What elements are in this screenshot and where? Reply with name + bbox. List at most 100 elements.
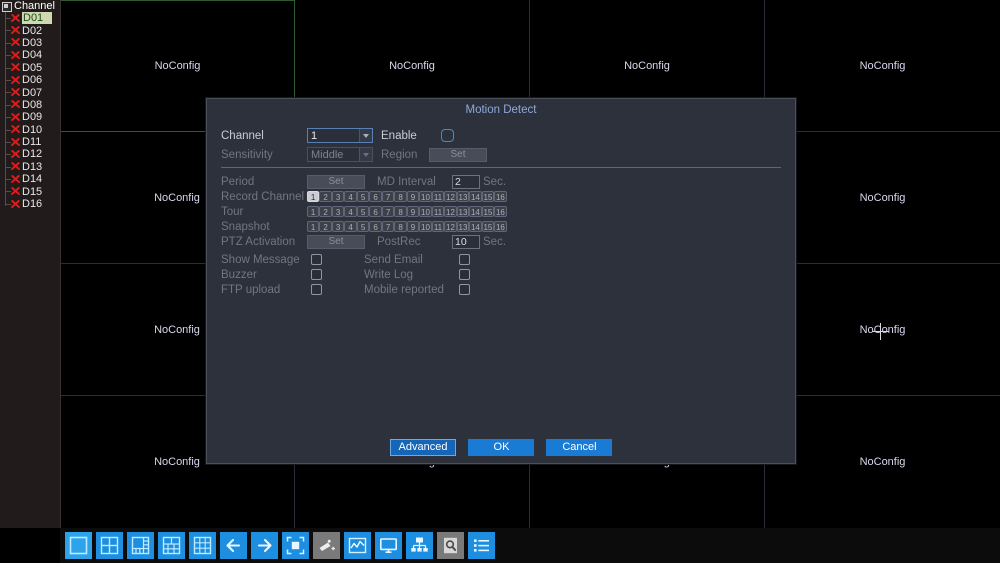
tour-box-2[interactable]: 2 [319, 206, 332, 217]
channel-select[interactable]: 1 [307, 128, 373, 143]
channel-item-d11[interactable]: D11 [0, 136, 60, 148]
snapshot-box-5[interactable]: 5 [356, 221, 370, 232]
channel-item-d02[interactable]: D02 [0, 24, 60, 37]
taskbar-arrow-left-button[interactable] [220, 532, 247, 559]
taskbar-nine-view-button[interactable] [189, 532, 216, 559]
record-channel-box-7[interactable]: 7 [381, 191, 395, 202]
channel-item-d15[interactable]: D15 [0, 185, 60, 198]
tree-expand-icon[interactable] [2, 1, 12, 12]
tour-box-10[interactable]: 10 [419, 206, 432, 217]
channel-item-d06[interactable]: D06 [0, 74, 60, 86]
channel-item-d04[interactable]: D04 [0, 49, 60, 61]
sensitivity-select[interactable]: Middle [307, 147, 373, 162]
record-channel-box-3[interactable]: 3 [331, 191, 345, 202]
channel-item-d14[interactable]: D14 [0, 173, 60, 185]
video-cell[interactable]: NoConfig [765, 0, 1000, 132]
record-channel-box-15[interactable]: 15 [481, 191, 495, 202]
show-message-checkbox[interactable] [311, 254, 322, 265]
taskbar-quad-view-button[interactable] [96, 532, 123, 559]
snapshot-box-10[interactable]: 10 [419, 221, 432, 232]
record-channel-box-5[interactable]: 5 [356, 191, 370, 202]
record-channel-box-16[interactable]: 16 [494, 191, 507, 202]
chevron-down-icon[interactable] [359, 148, 372, 161]
period-set-button[interactable]: Set [307, 174, 365, 189]
write-log-checkbox[interactable] [459, 269, 470, 280]
tour-box-15[interactable]: 15 [481, 206, 495, 217]
record-channel-box-11[interactable]: 11 [431, 191, 445, 202]
snapshot-box-1[interactable]: 1 [307, 221, 320, 232]
snapshot-box-9[interactable]: 9 [406, 221, 420, 232]
tour-box-7[interactable]: 7 [381, 206, 395, 217]
tour-box-14[interactable]: 14 [469, 206, 482, 217]
enable-checkbox[interactable] [441, 129, 454, 142]
channel-item-d01[interactable]: D01 [0, 12, 60, 25]
mobile-reported-checkbox[interactable] [459, 284, 470, 295]
taskbar-network-tree-button[interactable] [406, 532, 433, 559]
snapshot-box-7[interactable]: 7 [381, 221, 395, 232]
record-channel-box-6[interactable]: 6 [369, 191, 382, 202]
snapshot-box-4[interactable]: 4 [344, 221, 357, 232]
tour-box-16[interactable]: 16 [494, 206, 507, 217]
channel-item-d09[interactable]: D09 [0, 111, 60, 123]
ptz-activation-set-button[interactable]: Set [307, 234, 365, 249]
send-email-checkbox[interactable] [459, 254, 470, 265]
snapshot-box-14[interactable]: 14 [469, 221, 482, 232]
record-channel-box-8[interactable]: 8 [394, 191, 407, 202]
chevron-down-icon[interactable] [359, 129, 372, 142]
snapshot-box-6[interactable]: 6 [369, 221, 382, 232]
video-cell[interactable]: NoConfig [765, 132, 1000, 264]
taskbar-six-view-button[interactable] [127, 532, 154, 559]
ftp-upload-checkbox[interactable] [311, 284, 322, 295]
snapshot-box-13[interactable]: 13 [456, 221, 470, 232]
tour-box-6[interactable]: 6 [369, 206, 382, 217]
channel-item-d10[interactable]: D10 [0, 124, 60, 136]
record-channel-box-4[interactable]: 4 [344, 191, 357, 202]
md-interval-input[interactable]: 2 [452, 174, 480, 189]
tour-box-4[interactable]: 4 [344, 206, 357, 217]
region-set-button[interactable]: Set [429, 147, 487, 162]
channel-item-d03[interactable]: D03 [0, 37, 60, 49]
taskbar-playback-chart-button[interactable] [344, 532, 371, 559]
snapshot-box-15[interactable]: 15 [481, 221, 495, 232]
tour-box-11[interactable]: 11 [431, 206, 445, 217]
tour-box-5[interactable]: 5 [356, 206, 370, 217]
snapshot-box-3[interactable]: 3 [331, 221, 345, 232]
snapshot-box-2[interactable]: 2 [319, 221, 332, 232]
tour-box-3[interactable]: 3 [331, 206, 345, 217]
taskbar-list-menu-button[interactable] [468, 532, 495, 559]
video-cell[interactable]: NoConfig [765, 396, 1000, 528]
taskbar-eight-view-button[interactable] [158, 532, 185, 559]
channel-item-d05[interactable]: D05 [0, 62, 60, 74]
record-channel-box-12[interactable]: 12 [444, 191, 457, 202]
channel-item-d08[interactable]: D08 [0, 99, 60, 111]
channel-item-d07[interactable]: D07 [0, 86, 60, 99]
snapshot-box-8[interactable]: 8 [394, 221, 407, 232]
taskbar-pip-view-button[interactable] [282, 532, 309, 559]
taskbar-camera-add-button[interactable] [313, 532, 340, 559]
tour-box-12[interactable]: 12 [444, 206, 457, 217]
taskbar-monitor-button[interactable] [375, 532, 402, 559]
record-channel-box-13[interactable]: 13 [456, 191, 470, 202]
channel-item-d16[interactable]: D16 [0, 198, 60, 210]
buzzer-checkbox[interactable] [311, 269, 322, 280]
advanced-button[interactable]: Advanced [389, 439, 457, 456]
tour-box-8[interactable]: 8 [394, 206, 407, 217]
snapshot-box-16[interactable]: 16 [494, 221, 507, 232]
record-channel-box-9[interactable]: 9 [406, 191, 420, 202]
ok-button[interactable]: OK [468, 439, 535, 456]
taskbar-hdd-search-button[interactable] [437, 532, 464, 559]
snapshot-box-11[interactable]: 11 [431, 221, 445, 232]
record-channel-box-2[interactable]: 2 [319, 191, 332, 202]
taskbar-single-view-button[interactable] [65, 532, 92, 559]
tour-box-1[interactable]: 1 [307, 206, 320, 217]
channel-item-d12[interactable]: D12 [0, 148, 60, 160]
record-channel-box-1[interactable]: 1 [307, 191, 320, 202]
channel-item-d13[interactable]: D13 [0, 161, 60, 173]
snapshot-box-12[interactable]: 12 [444, 221, 457, 232]
taskbar-arrow-right-button[interactable] [251, 532, 278, 559]
record-channel-box-10[interactable]: 10 [419, 191, 432, 202]
record-channel-box-14[interactable]: 14 [469, 191, 482, 202]
tour-box-13[interactable]: 13 [456, 206, 470, 217]
postrec-input[interactable]: 10 [452, 234, 480, 249]
tour-box-9[interactable]: 9 [406, 206, 420, 217]
